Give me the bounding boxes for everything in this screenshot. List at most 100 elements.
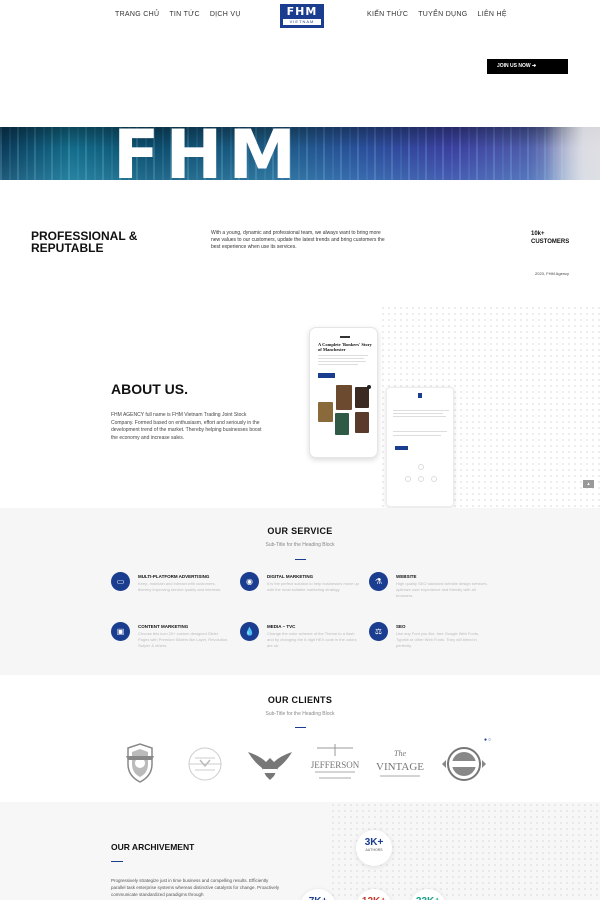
nav-item-news[interactable]: TIN TỨC xyxy=(169,11,200,18)
seo-icon: ⚖ xyxy=(369,622,388,641)
phone-text-line xyxy=(393,435,441,436)
phone-text-line xyxy=(318,358,364,359)
drop-icon: 💧 xyxy=(240,622,259,641)
clients-subtitle: Sub-Title for the Heading Block xyxy=(265,711,335,717)
client-logo-eagle[interactable] xyxy=(246,742,294,786)
phone-mockup-books: A Complete 'Bonkers' Story of Manchester xyxy=(309,327,378,458)
stat-circle: 23K+ xyxy=(410,889,446,900)
stat-value: 7K+ xyxy=(300,889,336,900)
jefferson-text: JEFFERSON xyxy=(311,760,360,770)
service-subtitle: Sub-Title for the Heading Block xyxy=(265,542,335,548)
nav-item-contact[interactable]: LIÊN HỆ xyxy=(478,11,507,18)
book-cover xyxy=(355,412,369,433)
service-item-title: DIGITAL MARKETING xyxy=(267,574,314,579)
eye-icon: ◉ xyxy=(240,572,259,591)
circle-emblem-icon xyxy=(188,747,222,781)
book-cover xyxy=(336,385,352,410)
clients-title: OUR CLIENTS xyxy=(267,695,333,705)
client-logo-circle[interactable] xyxy=(181,742,229,786)
logo-subtext: VIETNAM xyxy=(283,19,321,25)
professional-description: With a young, dynamic and professional t… xyxy=(211,230,385,250)
join-us-button[interactable]: JOIN US NOW ➔ xyxy=(487,59,568,74)
service-divider xyxy=(295,559,306,560)
service-item-title: MEDIA – TVC xyxy=(267,624,296,629)
service-item-desc: High quality SEO standard website design… xyxy=(396,581,488,598)
stat-circle: 12K+ xyxy=(356,889,392,900)
site-logo[interactable]: FHM VIETNAM xyxy=(280,4,324,28)
phone-text-line xyxy=(393,410,449,411)
client-logo-shield[interactable] xyxy=(116,742,164,786)
service-item-desc: Choose this icon 20+ custom designed Sli… xyxy=(138,631,229,648)
hero-banner: FHM xyxy=(0,127,600,180)
customers-stat-value: 10k+ xyxy=(531,231,545,237)
nav-right: KIẾN THỨC TUYỂN DỤNG LIÊN HỆ xyxy=(367,11,507,18)
phone-cta-button xyxy=(395,446,408,450)
stat-value: 12K+ xyxy=(356,889,392,900)
shield-emblem-icon xyxy=(126,743,154,783)
stat-value: 23K+ xyxy=(410,889,446,900)
service-item-title: MULTI-PLATFORM ADVERTISING xyxy=(138,574,210,579)
phone-cta-button xyxy=(318,373,335,378)
stat-label: AUTHORS xyxy=(365,848,383,852)
client-logo-jefferson[interactable]: JEFFERSON xyxy=(309,742,360,786)
phone-text-line xyxy=(318,361,366,362)
phone-mockup-app xyxy=(386,387,454,507)
service-item-title: WEBSITE xyxy=(396,574,417,579)
monitor-icon: ▭ xyxy=(111,572,130,591)
site-header: TRANG CHỦ TIN TỨC DỊCH VỤ FHM VIETNAM KI… xyxy=(0,0,600,32)
about-title: ABOUT US. xyxy=(111,381,188,397)
phone-text-line xyxy=(318,355,368,356)
phone-text-line xyxy=(393,413,443,414)
phone-notch xyxy=(340,336,350,338)
about-description: FHM AGENCY full name is FHM Vietnam Trad… xyxy=(111,412,262,441)
client-logo-vintage[interactable]: The VINTAGE xyxy=(374,742,424,786)
service-item-title: CONTENT MARKETING xyxy=(138,624,189,629)
badge-emblem-icon xyxy=(442,747,486,781)
service-section: OUR SERVICE Sub-Title for the Heading Bl… xyxy=(0,508,600,675)
service-item-title: SEO xyxy=(396,624,406,629)
achievement-divider xyxy=(111,861,123,862)
phone-heading: A Complete 'Bonkers' Story of Manchester xyxy=(318,342,372,352)
flask-icon: ⚗ xyxy=(369,572,388,591)
achievement-description: Progressively strategize just in time bu… xyxy=(111,878,280,897)
customers-stat: 10k+ CUSTOMERS xyxy=(531,230,569,246)
book-cover xyxy=(355,387,369,408)
eagle-emblem-icon xyxy=(248,752,292,780)
phone-icon xyxy=(418,476,424,482)
professional-title: PROFESSIONAL & REPUTABLE xyxy=(31,229,138,255)
phone-dot xyxy=(367,385,371,389)
achievement-title: OUR ARCHIVEMENT xyxy=(111,842,195,852)
book-cover xyxy=(318,402,333,422)
vintage-text: VINTAGE xyxy=(376,761,424,773)
customers-stat-label: CUSTOMERS xyxy=(531,239,570,245)
nav-item-recruitment[interactable]: TUYỂN DỤNG xyxy=(418,11,467,18)
scroll-top-button[interactable]: ▴ xyxy=(583,480,594,488)
hero-title: FHM xyxy=(113,127,303,180)
nav-item-home[interactable]: TRANG CHỦ xyxy=(115,11,159,18)
vintage-emblem-icon: The VINTAGE xyxy=(376,749,424,777)
nav-item-services[interactable]: DỊCH VỤ xyxy=(210,11,241,18)
nav-item-knowledge[interactable]: KIẾN THỨC xyxy=(367,11,408,18)
service-title: OUR SERVICE xyxy=(267,526,333,536)
client-logo-badge[interactable] xyxy=(440,742,488,786)
service-item-desc: Keep, maintain and interact with custome… xyxy=(138,581,222,592)
service-item-desc: It is the perfect solution to help busin… xyxy=(267,581,359,592)
jefferson-emblem-icon: JEFFERSON xyxy=(311,744,360,779)
phone-icon xyxy=(418,464,424,470)
service-item-desc: Use any Font you like, free Google Web F… xyxy=(396,631,480,648)
hero-fade xyxy=(545,127,600,180)
professional-caption: 2023, FHM Agency xyxy=(535,271,570,276)
phone-logo xyxy=(418,393,422,398)
window-icon: ▣ xyxy=(111,622,130,641)
phone-icon xyxy=(431,476,437,482)
stat-circle: 7K+ xyxy=(300,889,336,900)
phone-text-line xyxy=(393,416,446,417)
vintage-pre-text: The xyxy=(394,749,406,758)
service-item-desc: Change the color scheme of the Theme to … xyxy=(267,631,357,648)
nav-left: TRANG CHỦ TIN TỨC DỊCH VỤ xyxy=(115,11,241,18)
phone-text-line xyxy=(318,364,358,365)
phone-icon xyxy=(405,476,411,482)
stat-value: 3K+ xyxy=(364,837,384,848)
clients-divider xyxy=(295,727,306,728)
logo-text: FHM xyxy=(286,5,318,18)
